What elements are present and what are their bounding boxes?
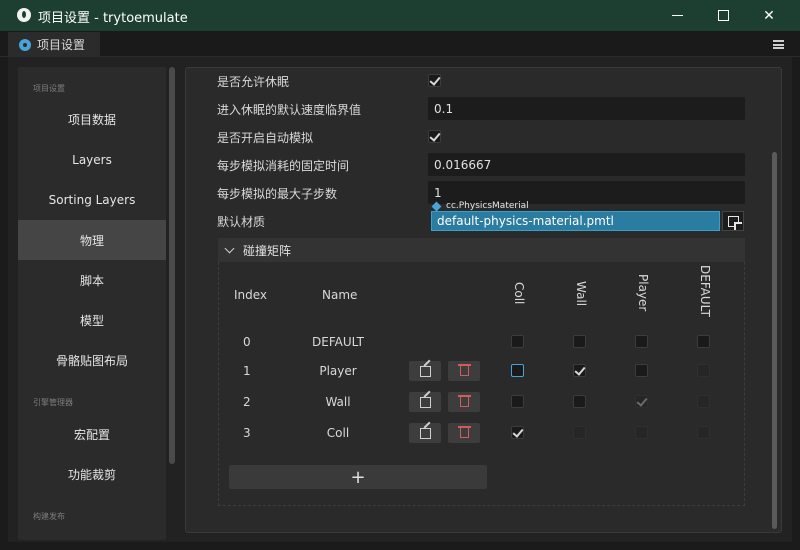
allow-sleep-label: 是否允许休眠	[217, 75, 290, 89]
matrix-checkbox[interactable]	[635, 335, 648, 348]
default-material-field[interactable]: default-physics-material.pmtl	[431, 211, 720, 231]
auto-simulation-label: 是否开启自动模拟	[217, 131, 314, 145]
sleep-threshold-label: 进入休眠的默认速度临界值	[217, 103, 362, 117]
delete-layer-button[interactable]	[448, 361, 480, 381]
matrix-checkbox[interactable]	[573, 364, 586, 377]
edit-layer-button[interactable]	[409, 423, 441, 443]
column-header-default: DEFAULT	[698, 265, 712, 317]
matrix-checkbox[interactable]	[573, 395, 586, 408]
locate-asset-icon	[727, 215, 742, 230]
matrix-checkbox	[635, 395, 648, 408]
gear-icon	[19, 38, 31, 51]
delete-layer-button[interactable]	[448, 423, 480, 443]
sidebar-section-project: 项目设置	[33, 84, 65, 93]
sidebar-item-skeleton-layout[interactable]: 骨骼贴图布局	[18, 340, 166, 380]
fixed-time-step-input[interactable]: 0.016667	[428, 153, 745, 176]
edit-layer-button[interactable]	[409, 392, 441, 412]
trash-icon	[457, 395, 471, 407]
collision-matrix-header[interactable]: 碰撞矩阵	[218, 238, 745, 262]
edit-layer-button[interactable]	[409, 361, 441, 381]
row-index: 1	[243, 364, 251, 378]
row-name: Coll	[326, 426, 350, 440]
allow-sleep-checkbox[interactable]	[428, 74, 441, 87]
minimize-button[interactable]	[654, 0, 700, 31]
minimize-icon	[671, 15, 683, 16]
sidebar-item-physics[interactable]: 物理	[18, 220, 166, 260]
auto-simulation-checkbox[interactable]	[428, 130, 441, 143]
sidebar-section-build: 构建发布	[33, 512, 65, 521]
sidebar-scrollbar[interactable]	[169, 67, 175, 464]
matrix-checkbox[interactable]	[511, 395, 524, 408]
index-column-header: Index	[234, 288, 268, 302]
column-header-coll: Coll	[512, 282, 526, 305]
sidebar-item-scripts[interactable]: 脚本	[18, 260, 166, 300]
sidebar-item-models[interactable]: 模型	[18, 300, 166, 340]
sidebar-item-feature-crop[interactable]: 功能裁剪	[18, 454, 166, 494]
edit-icon	[419, 427, 431, 439]
maximize-icon	[717, 10, 729, 21]
matrix-checkbox	[697, 395, 710, 408]
matrix-checkbox[interactable]	[635, 364, 648, 377]
sidebar-item-sorting-layers[interactable]: Sorting Layers	[18, 180, 166, 220]
asset-type-icon	[431, 201, 442, 211]
title-bar: 项目设置 - trytoemulate ✕	[0, 0, 800, 31]
trash-icon	[457, 426, 471, 438]
edit-icon	[419, 396, 431, 408]
row-index: 0	[243, 335, 251, 349]
close-button[interactable]: ✕	[746, 0, 792, 31]
matrix-checkbox	[697, 364, 710, 377]
matrix-checkbox	[697, 426, 710, 439]
delete-layer-button[interactable]	[448, 392, 480, 412]
content-scrollbar[interactable]	[772, 152, 777, 529]
plus-icon: +	[350, 466, 366, 488]
asset-type-label: cc.PhysicsMaterial	[446, 201, 529, 211]
row-index: 3	[243, 426, 251, 440]
sidebar-item-layers[interactable]: Layers	[18, 140, 166, 180]
name-column-header: Name	[322, 288, 358, 302]
row-name: DEFAULT	[312, 335, 364, 349]
sidebar-item-macro-config[interactable]: 宏配置	[18, 414, 166, 454]
app-logo-icon	[17, 8, 31, 22]
trash-icon	[457, 364, 471, 376]
close-icon: ✕	[763, 7, 775, 24]
row-index: 2	[243, 395, 251, 409]
matrix-checkbox[interactable]	[511, 364, 524, 377]
fixed-time-step-label: 每步模拟消耗的固定时间	[217, 159, 350, 173]
sidebar: 项目设置 项目数据 Layers Sorting Layers 物理 脚本 模型…	[18, 67, 166, 540]
matrix-checkbox[interactable]	[511, 426, 524, 439]
asset-picker-button[interactable]	[722, 211, 744, 231]
window-title: 项目设置 - trytoemulate	[38, 11, 188, 26]
tab-label: 项目设置	[37, 38, 86, 52]
column-header-wall: Wall	[574, 281, 588, 307]
matrix-checkbox	[573, 426, 586, 439]
maximize-button[interactable]	[700, 0, 746, 31]
sidebar-section-engine: 引擎管理器	[33, 398, 73, 407]
chevron-down-icon	[224, 243, 235, 253]
matrix-checkbox[interactable]	[511, 335, 524, 348]
row-name: Player	[319, 364, 357, 378]
tab-bar: 项目设置	[0, 31, 800, 57]
sidebar-item-project-data[interactable]: 项目数据	[18, 99, 166, 139]
asset-type-tag: cc.PhysicsMaterial	[431, 201, 529, 211]
collision-matrix-title: 碰撞矩阵	[243, 243, 292, 258]
sleep-threshold-input[interactable]: 0.1	[428, 97, 745, 120]
matrix-checkbox	[635, 426, 648, 439]
max-sub-steps-label: 每步模拟的最大子步数	[217, 187, 338, 201]
matrix-checkbox[interactable]	[697, 335, 710, 348]
tab-project-settings[interactable]: 项目设置	[8, 32, 100, 57]
menu-icon[interactable]	[773, 40, 784, 49]
matrix-checkbox[interactable]	[573, 335, 586, 348]
column-header-player: Player	[636, 274, 650, 312]
row-name: Wall	[325, 395, 351, 409]
edit-icon	[419, 365, 431, 377]
default-material-label: 默认材质	[217, 215, 266, 229]
add-layer-button[interactable]: +	[229, 465, 487, 489]
